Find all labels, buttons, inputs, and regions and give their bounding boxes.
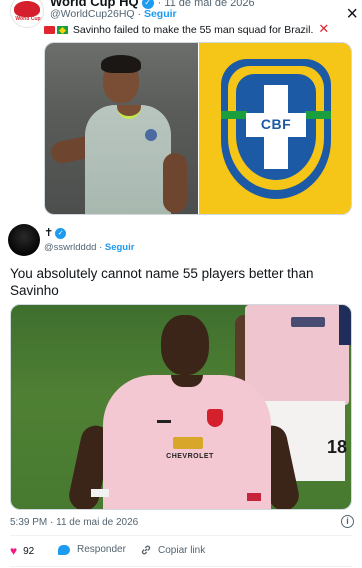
adidas-logo-icon	[157, 413, 171, 423]
tweet-timestamp[interactable]: 5:39 PM · 11 de mai de 2026	[10, 517, 138, 528]
separator-dot: ·	[99, 242, 103, 253]
player-shirt	[85, 105, 171, 214]
author-name-text: ✝	[44, 227, 54, 239]
quoted-avatar[interactable]: World Cup	[10, 0, 44, 28]
quoted-tweet-text-row: Savinho failed to make the 55 man squad …	[44, 21, 356, 37]
like-button[interactable]: ♥ 92	[10, 544, 34, 558]
cbf-crest-icon: CBF	[221, 59, 331, 199]
player-head	[161, 315, 209, 375]
author-avatar[interactable]	[8, 224, 40, 256]
link-icon	[141, 545, 151, 555]
wristband	[91, 489, 109, 497]
author-handle[interactable]: @sswrldddd	[44, 242, 96, 253]
action-bar: ♥ 92 Responder Copiar link	[10, 544, 352, 560]
divider	[10, 535, 352, 536]
player-arm-right	[163, 153, 187, 213]
copy-link-label: Copiar link	[158, 544, 206, 556]
background-sponsor	[291, 317, 325, 327]
shorts-number: 18	[327, 437, 348, 457]
club-badge-icon	[207, 409, 223, 427]
club-badge-icon	[145, 129, 157, 141]
chevrolet-logo-icon	[173, 437, 203, 449]
savinho-photo[interactable]	[45, 43, 198, 214]
avatar-logo-text: World Cup	[15, 16, 41, 22]
player-hair	[101, 55, 141, 73]
follow-button[interactable]: Seguir	[105, 242, 135, 253]
reply-button[interactable]: Responder	[58, 544, 126, 555]
heart-icon: ♥	[10, 544, 18, 558]
quoted-tweet-text: Savinho failed to make the 55 man squad …	[72, 24, 314, 36]
red-cross-icon: ✕	[318, 21, 330, 36]
shirt-sponsor-text: CHEVROLET	[166, 453, 214, 460]
quoted-handle[interactable]: @WorldCup26HQ	[50, 8, 135, 20]
author-name[interactable]: ✝ ✓	[44, 226, 67, 239]
cbf-crest-image[interactable]: CBF	[199, 43, 351, 214]
divider	[10, 566, 352, 567]
reply-label: Responder	[77, 544, 126, 555]
reply-bubble-icon	[58, 544, 70, 555]
brazil-flag-icon	[57, 26, 68, 34]
tweet-text: You absolutely cannot name 55 players be…	[10, 266, 314, 298]
quoted-tweet-media[interactable]: CBF	[44, 42, 352, 215]
worldcup-logo-icon	[14, 1, 40, 17]
crest-label: CBF	[260, 116, 292, 132]
author-handle-row: @sswrldddd · Seguir	[44, 242, 134, 253]
separator-dot: ·	[137, 8, 142, 20]
red-circle-icon	[44, 26, 55, 34]
info-icon[interactable]: i	[341, 515, 354, 528]
quoted-handle-row: @WorldCup26HQ · Seguir	[50, 8, 177, 20]
tweet-image[interactable]: 18 CHEVROLET	[10, 304, 352, 510]
follow-button[interactable]: Seguir	[144, 8, 177, 20]
verified-badge-icon: ✓	[55, 228, 67, 239]
wristband-red	[247, 493, 261, 501]
copy-link-button[interactable]: Copiar link	[140, 544, 205, 556]
like-count: 92	[23, 545, 35, 557]
